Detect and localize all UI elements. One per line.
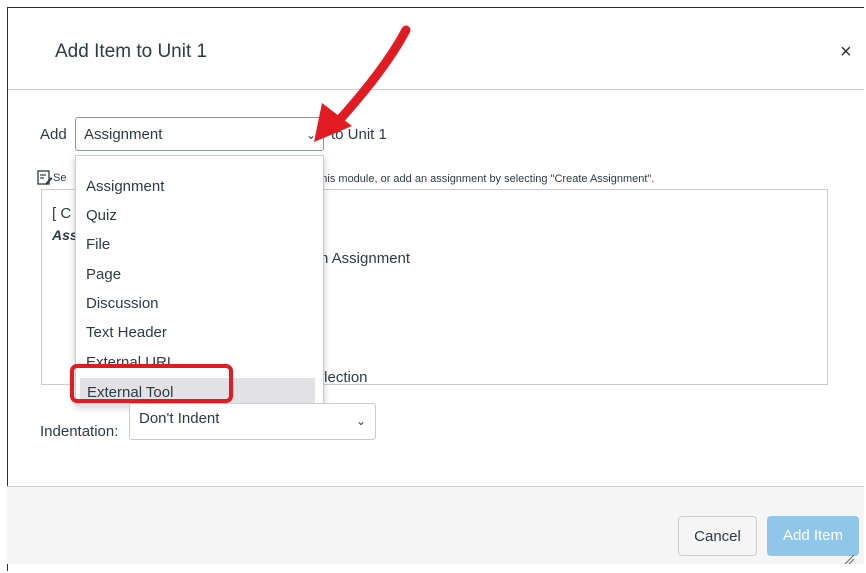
menu-item-text-header[interactable]: Text Header — [76, 318, 323, 347]
list-group-label: Ass — [52, 227, 78, 243]
dialog-footer: Cancel Add Item — [7, 486, 864, 564]
item-type-value: Assignment — [84, 126, 163, 143]
menu-item-quiz[interactable]: Quiz — [76, 201, 323, 230]
annotation-highlight-box — [70, 364, 233, 403]
resize-grip-icon[interactable] — [843, 553, 855, 565]
list-item: [ C — [52, 205, 72, 222]
to-unit-label: to Unit 1 — [331, 126, 387, 143]
dialog-header: Add Item to Unit 1 × — [8, 8, 864, 90]
chevron-down-icon: ⌄ — [356, 414, 367, 428]
add-item-button[interactable]: Add Item — [767, 516, 859, 556]
indentation-select[interactable]: Don't Indent ⌄ — [129, 403, 376, 440]
item-type-select[interactable]: Assignment ⌄ — [75, 117, 324, 151]
menu-item-page[interactable]: Page — [76, 260, 323, 289]
list-item[interactable]: n Assignment — [320, 250, 410, 267]
add-label: Add — [40, 126, 67, 143]
indentation-label: Indentation: — [40, 423, 119, 440]
hint-prefix: Se — [53, 172, 67, 184]
hint-text: th this module, or add an assignment by … — [306, 173, 655, 185]
indentation-value: Don't Indent — [139, 410, 220, 427]
cancel-button[interactable]: Cancel — [678, 516, 757, 556]
menu-item-file[interactable]: File — [76, 230, 323, 259]
menu-item-assignment[interactable]: Assignment — [76, 172, 323, 201]
dialog-title: Add Item to Unit 1 — [55, 41, 208, 62]
chevron-down-icon: ⌄ — [306, 128, 317, 142]
edit-document-icon — [37, 170, 53, 185]
menu-item-discussion[interactable]: Discussion — [76, 289, 323, 318]
list-item[interactable]: flection — [320, 369, 368, 386]
close-icon[interactable]: × — [840, 41, 852, 64]
